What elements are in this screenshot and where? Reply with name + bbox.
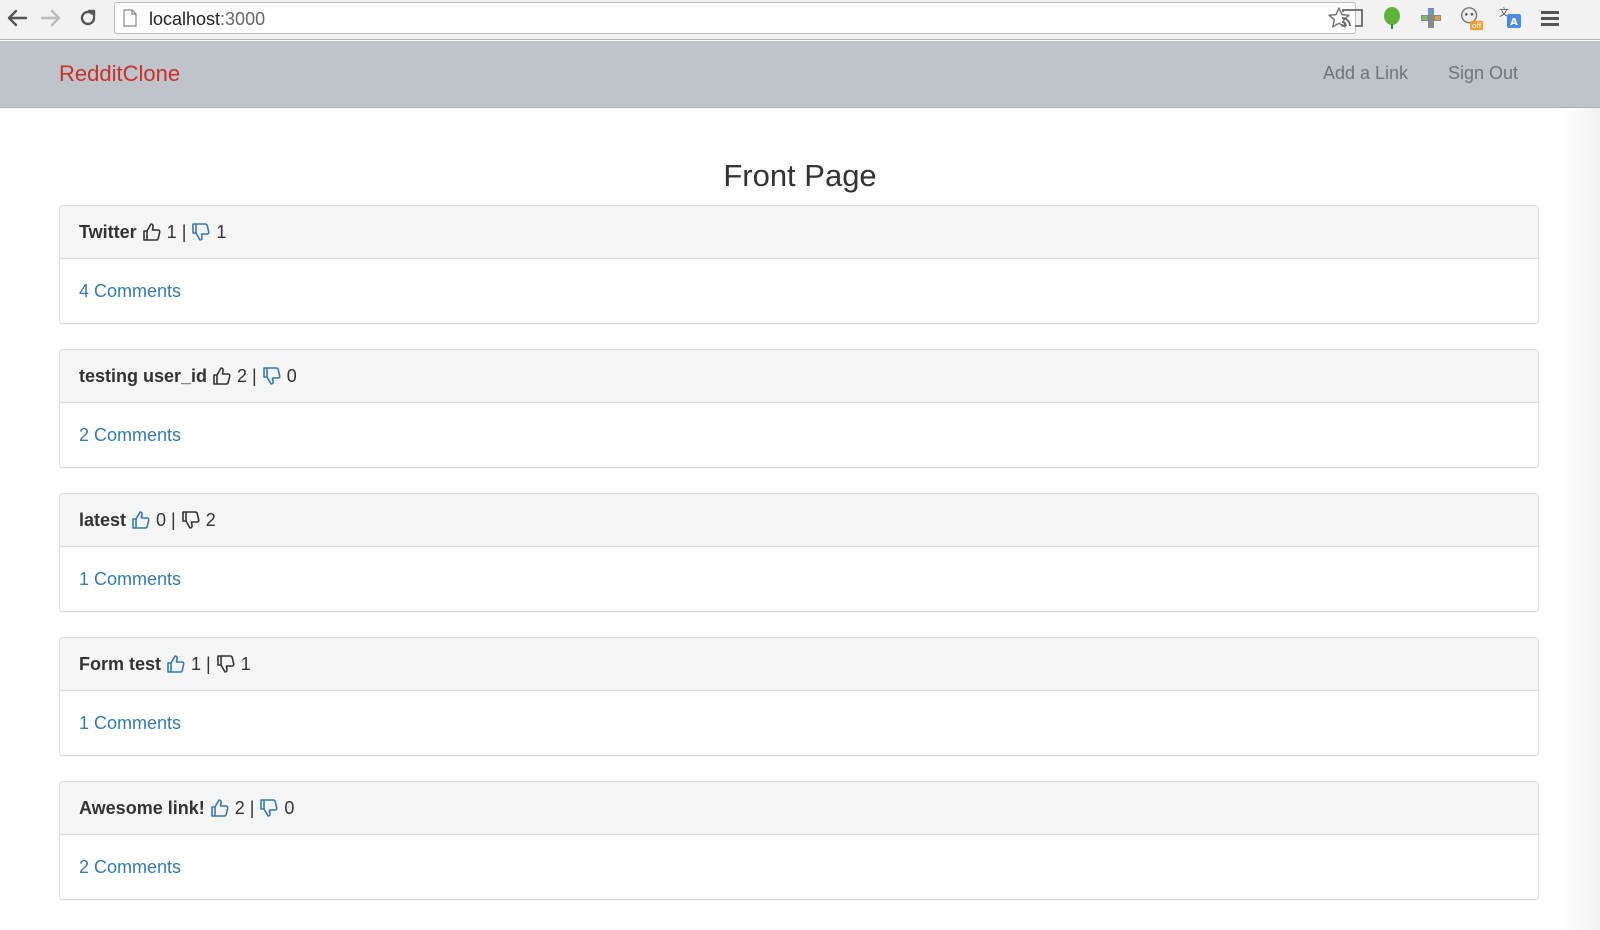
upvote-button[interactable] <box>212 366 232 386</box>
vote-separator: | <box>171 509 176 530</box>
translate-icon[interactable]: 文A <box>1497 5 1523 31</box>
sign-out-button[interactable]: Sign Out <box>1448 63 1518 84</box>
post-body: 4 Comments <box>60 259 1538 323</box>
post-heading: Twitter 1 | 1 <box>60 206 1538 259</box>
browser-toolbar: localhost:3000 off 文A <box>0 0 1600 40</box>
app-navbar: RedditClone Add a Link Sign Out <box>0 41 1600 108</box>
post-panel: Awesome link! 2 | 0 2 Comments <box>59 781 1539 900</box>
evernote-icon[interactable] <box>1379 5 1405 31</box>
upvote-count: 2 <box>234 797 245 818</box>
thumbs-up-icon <box>167 655 185 673</box>
brand-link[interactable]: RedditClone <box>59 61 180 87</box>
upvote-count: 1 <box>166 221 177 242</box>
upvote-button[interactable] <box>142 222 162 242</box>
downvote-button[interactable] <box>216 654 236 674</box>
post-title: testing user_id <box>79 365 208 386</box>
comments-link[interactable]: 2 Comments <box>79 857 181 878</box>
post-body: 1 Comments <box>60 547 1538 611</box>
thumbs-down-icon <box>260 799 278 817</box>
post-heading: testing user_id 2 | 0 <box>60 350 1538 403</box>
post-panel: Twitter 1 | 1 4 Comments <box>59 205 1539 324</box>
post-title: Twitter <box>79 221 137 242</box>
url-text: localhost:3000 <box>149 9 266 29</box>
back-icon[interactable] <box>5 6 29 30</box>
upvote-count: 1 <box>191 653 202 674</box>
comments-link[interactable]: 1 Comments <box>79 569 181 590</box>
post-title: latest <box>79 509 127 530</box>
downvote-count: 1 <box>240 653 251 674</box>
scroll-shadow <box>1560 108 1600 930</box>
comments-link[interactable]: 4 Comments <box>79 281 181 302</box>
upvote-count: 2 <box>237 365 248 386</box>
thumbs-down-icon <box>181 511 200 529</box>
thumbs-up-icon <box>142 223 161 241</box>
extension-off-icon[interactable]: off <box>1458 5 1484 31</box>
post-panel: Form test 1 | 1 1 Comments <box>59 637 1539 756</box>
post-body: 2 Comments <box>60 835 1538 899</box>
upvote-button[interactable] <box>166 654 186 674</box>
upvote-count: 0 <box>156 509 167 530</box>
downvote-count: 0 <box>286 365 297 386</box>
gamepad-icon[interactable] <box>1418 5 1444 31</box>
vote-separator: | <box>249 797 255 818</box>
downvote-button[interactable] <box>259 798 279 818</box>
thumbs-up-icon <box>132 511 150 529</box>
page-icon <box>123 9 137 32</box>
post-heading: latest 0 | 2 <box>60 494 1538 547</box>
vote-separator: | <box>252 365 257 386</box>
thumbs-down-icon <box>216 655 235 673</box>
thumbs-up-icon <box>213 367 231 385</box>
downvote-count: 1 <box>216 221 227 242</box>
thumbs-down-icon <box>192 223 210 241</box>
post-heading: Form test 1 | 1 <box>60 638 1538 691</box>
downvote-button[interactable] <box>181 510 201 530</box>
thumbs-down-icon <box>262 367 281 385</box>
post-panel: latest 0 | 2 1 Comments <box>59 493 1539 612</box>
svg-text:A: A <box>1510 17 1518 28</box>
post-heading: Awesome link! 2 | 0 <box>60 782 1538 835</box>
upvote-button[interactable] <box>131 510 151 530</box>
comments-link[interactable]: 1 Comments <box>79 713 181 734</box>
vote-separator: | <box>206 653 211 674</box>
post-title: Form test <box>79 653 162 674</box>
downvote-count: 0 <box>284 797 295 818</box>
add-link-button[interactable]: Add a Link <box>1323 63 1408 84</box>
reload-icon[interactable] <box>76 6 100 30</box>
post-panel: testing user_id 2 | 0 2 Comments <box>59 349 1539 468</box>
forward-icon[interactable] <box>39 6 63 30</box>
downvote-count: 2 <box>205 509 216 530</box>
downvote-button[interactable] <box>262 366 282 386</box>
menu-icon[interactable] <box>1537 5 1563 31</box>
cast-icon[interactable] <box>1339 5 1365 31</box>
svg-text:off: off <box>1472 21 1483 30</box>
post-body: 1 Comments <box>60 691 1538 755</box>
upvote-button[interactable] <box>210 798 230 818</box>
page-title: Front Page <box>723 158 877 193</box>
downvote-button[interactable] <box>191 222 211 242</box>
post-body: 2 Comments <box>60 403 1538 467</box>
thumbs-up-icon <box>210 799 229 817</box>
vote-separator: | <box>181 221 187 242</box>
address-bar[interactable]: localhost:3000 <box>114 2 1356 34</box>
comments-link[interactable]: 2 Comments <box>79 425 181 446</box>
post-title: Awesome link! <box>79 797 205 818</box>
